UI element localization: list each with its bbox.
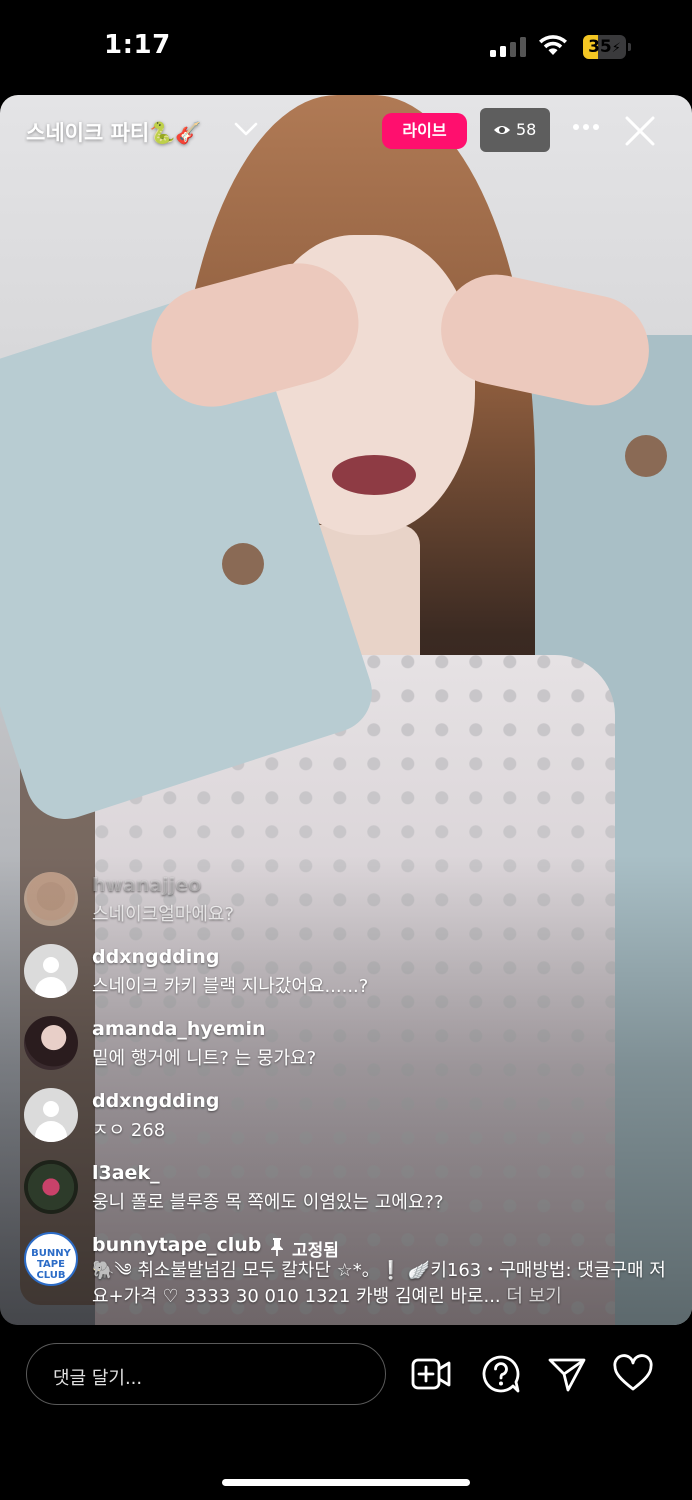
- question-icon[interactable]: [480, 1354, 522, 1394]
- comment-username[interactable]: ddxngdding: [92, 946, 219, 968]
- viewer-count-value: 58: [516, 120, 537, 139]
- live-badge: 라이브: [382, 113, 467, 149]
- comment-input-placeholder: 댓글 달기...: [53, 1368, 143, 1389]
- status-time: 1:17: [104, 30, 171, 60]
- avatar[interactable]: [24, 1160, 78, 1214]
- close-icon[interactable]: [624, 115, 656, 147]
- cellular-signal-icon: [490, 37, 526, 57]
- comment-username[interactable]: amanda_hyemin: [92, 1018, 266, 1040]
- comment-text: 밑에 행거에 니트? 는 뭉가요?: [92, 1048, 317, 1069]
- more-options-icon[interactable]: [572, 123, 600, 131]
- pin-icon: [271, 1238, 283, 1256]
- comment-item: ddxngdding 스네이크 카키 블랙 지나갔어요......?: [24, 938, 674, 1010]
- stream-title[interactable]: 스네이크 파티🐍🎸: [26, 117, 202, 147]
- chevron-down-icon[interactable]: [232, 119, 260, 139]
- brand-logo: BUNNY TAPE CLUB: [31, 1248, 71, 1281]
- wifi-icon: [539, 35, 567, 55]
- comment-text: 스네이크 카키 블랙 지나갔어요......?: [92, 976, 369, 997]
- comment-text: 웅니 폴로 블루종 목 쪽에도 이염있는 고에요??: [92, 1192, 444, 1213]
- comment-item: hwanajjeo 스네이크얼마에요?: [24, 866, 674, 938]
- video-lips: [332, 455, 416, 495]
- comment-username[interactable]: bunnytape_club: [92, 1234, 261, 1256]
- comment-feed[interactable]: hwanajjeo 스네이크얼마에요? ddxngdding 스네이크 카키 블…: [24, 866, 674, 1316]
- send-icon[interactable]: [546, 1354, 588, 1394]
- comment-item: ddxngdding ㅈㅇ 268: [24, 1082, 674, 1154]
- live-header: 스네이크 파티🐍🎸 라이브 58: [0, 95, 692, 167]
- video-jacket-button: [625, 435, 667, 477]
- pinned-comment-text: 🐘༄ 취소불발넘김 모두 칼차단 ☆*。❕ 🪽키163・구매방법: 댓글구매 저…: [92, 1260, 666, 1307]
- status-bar: 1:17 35⚡: [0, 0, 692, 95]
- eye-icon: [494, 126, 510, 134]
- heart-icon[interactable]: [612, 1354, 654, 1394]
- comment-text: 🐘༄ 취소불발넘김 모두 칼차단 ☆*。❕ 🪽키163・구매방법: 댓글구매 저…: [92, 1258, 672, 1310]
- comment-item: amanda_hyemin 밑에 행거에 니트? 는 뭉가요?: [24, 1010, 674, 1082]
- video-jacket-button: [222, 543, 264, 585]
- comment-username[interactable]: ddxngdding: [92, 1090, 219, 1112]
- avatar[interactable]: [24, 1088, 78, 1142]
- comment-username[interactable]: hwanajjeo: [92, 874, 201, 896]
- add-video-icon[interactable]: [410, 1354, 452, 1394]
- pinned-comment[interactable]: BUNNY TAPE CLUB bunnytape_club 고정됨 🐘༄ 취소…: [24, 1226, 674, 1316]
- comment-item: l3aek_ 웅니 폴로 블루종 목 쪽에도 이염있는 고에요??: [24, 1154, 674, 1226]
- battery-level: 35: [588, 37, 612, 57]
- home-indicator[interactable]: [222, 1479, 470, 1486]
- avatar[interactable]: BUNNY TAPE CLUB: [24, 1232, 78, 1286]
- comment-text: ㅈㅇ 268: [92, 1120, 166, 1141]
- avatar[interactable]: [24, 872, 78, 926]
- see-more-link[interactable]: 더 보기: [506, 1286, 561, 1307]
- viewer-count[interactable]: 58: [480, 108, 550, 152]
- avatar[interactable]: [24, 1016, 78, 1070]
- comment-text: 스네이크얼마에요?: [92, 904, 235, 925]
- avatar[interactable]: [24, 944, 78, 998]
- comment-username[interactable]: l3aek_: [92, 1162, 160, 1184]
- battery-charging-icon: 35⚡: [583, 35, 631, 59]
- comment-input[interactable]: 댓글 달기...: [26, 1343, 386, 1405]
